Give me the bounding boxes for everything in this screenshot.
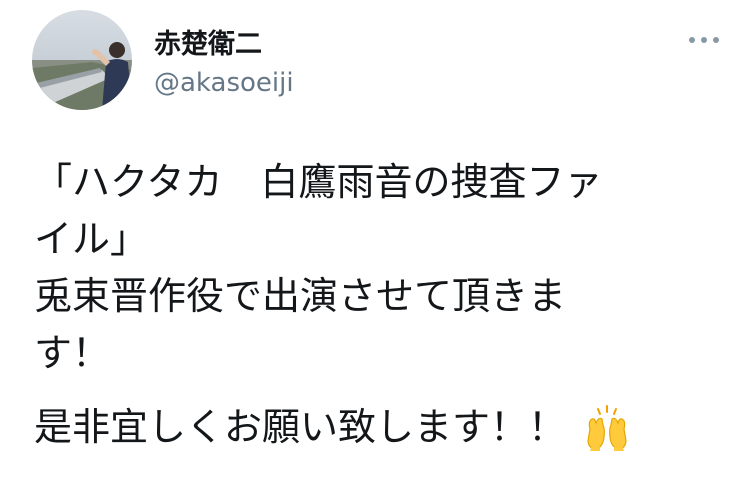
- tweet-text: 「ハクタカ 白鷹雨音の捜査ファ イル」 兎束晋作役で出演させて頂きま す！ 是非…: [34, 154, 724, 456]
- tweet-text-line: 「ハクタカ 白鷹雨音の捜査ファ: [34, 160, 603, 204]
- author-names: 赤楚衛二 @akasoeiji: [154, 28, 294, 100]
- tweet: 赤楚衛二 @akasoeiji 「ハクタカ 白鷹雨音の捜査ファ イル」 兎束晋作…: [0, 0, 750, 497]
- tweet-header: 赤楚衛二 @akasoeiji: [32, 10, 722, 110]
- tweet-text-line: イル」: [34, 217, 149, 261]
- tweet-closing-line: 是非宜しくお願い致します！！: [34, 399, 724, 456]
- tweet-text-line: す！: [34, 331, 111, 375]
- user-handle[interactable]: @akasoeiji: [154, 66, 294, 100]
- display-name[interactable]: 赤楚衛二: [154, 28, 294, 62]
- tweet-text-line: 是非宜しくお願い致します！！: [34, 405, 567, 449]
- tweet-text-line: 兎束晋作役で出演させて頂きま: [34, 274, 567, 318]
- more-horizontal-icon[interactable]: [686, 30, 722, 50]
- raising-hands-emoji-icon: [582, 403, 632, 453]
- avatar-image: [32, 10, 132, 110]
- avatar[interactable]: [32, 10, 132, 110]
